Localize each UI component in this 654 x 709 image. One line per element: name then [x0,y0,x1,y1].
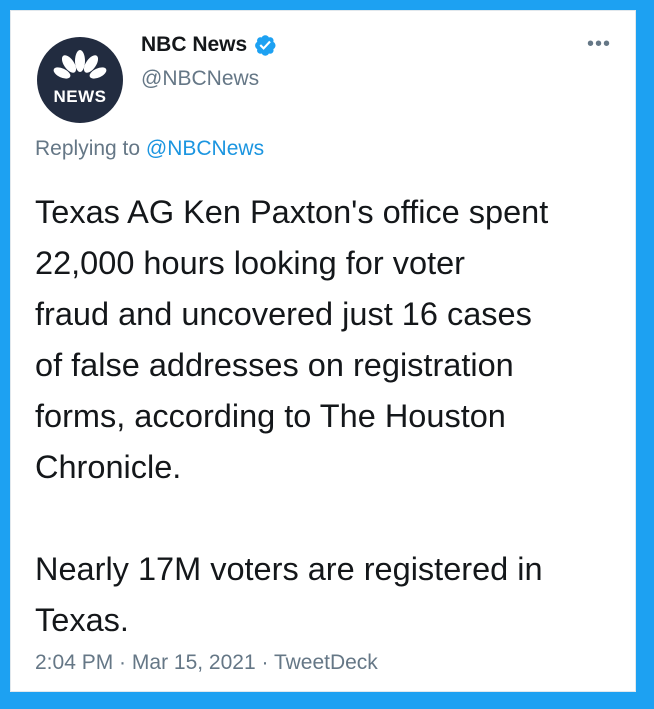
avatar-label: NEWS [53,87,107,106]
author-handle[interactable]: @NBCNews [141,67,259,91]
meta-separator: · [113,651,132,674]
more-options-icon[interactable]: ••• [587,33,611,56]
tweet-time[interactable]: 2:04 PM [35,651,113,674]
reply-prefix: Replying to [35,137,146,160]
avatar[interactable]: NEWS [37,37,123,123]
tweet-metadata: 2:04 PM · Mar 15, 2021 · TweetDeck [35,651,378,675]
reply-context: Replying to @NBCNews [35,137,264,161]
tweet-card: NEWS NBC News @NBCNews ••• Replying to @… [10,10,636,692]
nbc-peacock-logo-icon [47,50,113,107]
author-name-row: NBC News [141,33,277,57]
author-display-name[interactable]: NBC News [141,33,247,57]
meta-separator: · [255,651,274,674]
tweet-date[interactable]: Mar 15, 2021 [132,651,256,674]
verified-badge-icon [253,33,277,57]
tweet-source[interactable]: TweetDeck [274,651,378,674]
reply-mention-link[interactable]: @NBCNews [146,137,264,160]
tweet-text: Texas AG Ken Paxton's office spent 22,00… [35,194,549,638]
